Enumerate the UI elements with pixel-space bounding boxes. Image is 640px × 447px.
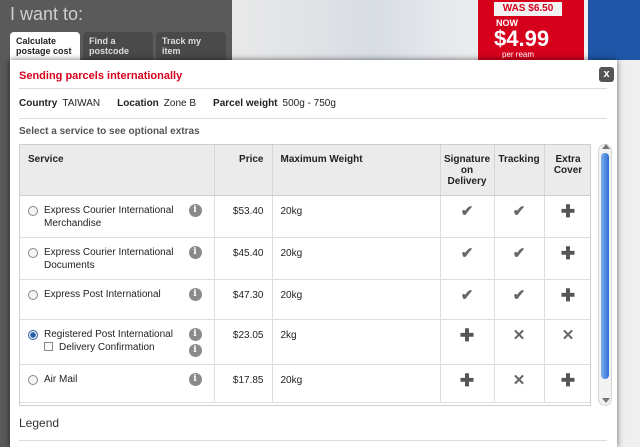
max-weight: 20kg [280,247,303,259]
check-icon: ✔ [512,244,526,262]
background-right-column [616,60,640,447]
price: $53.40 [232,205,264,217]
table-row[interactable]: Express Courier International Merchandis… [20,195,590,238]
divider [19,88,607,89]
service-radio[interactable] [28,247,38,258]
parcel-details: Country TAIWAN Location Zone B Parcel we… [19,98,348,109]
col-extra-cover: Extra Cover [544,145,590,196]
plus-icon: ✚ [560,243,576,263]
price: $17.85 [232,374,264,386]
info-icon[interactable]: i [188,343,202,357]
max-weight: 20kg [280,205,303,217]
services-table: Service Price Maximum Weight Signature o… [19,144,591,406]
service-radio[interactable] [28,374,38,385]
col-max-weight: Maximum Weight [272,145,441,196]
background-tabs: Calculate postage cost Find a postcode T… [10,32,226,60]
service-radio-selected[interactable] [28,329,38,340]
plus-icon: ✚ [560,370,576,390]
promo-banner: WAS $6.50 NOW $4.99 per ream [478,0,584,60]
service-name: Express Courier International Merchandis… [44,204,174,229]
info-icon[interactable]: i [188,372,202,386]
table-row[interactable]: Express Courier International Documents … [20,237,590,280]
divider [19,440,607,441]
scroll-down-icon[interactable] [602,398,610,403]
tab-calculate-postage-cost[interactable]: Calculate postage cost [10,32,80,60]
location-label: Location [117,98,159,109]
service-name: Air Mail [44,373,78,385]
tab-find-a-postcode[interactable]: Find a postcode [83,32,153,60]
service-hint: Select a service to see optional extras [19,126,200,137]
service-name: Express Post International [44,288,161,300]
scroll-thumb[interactable] [601,153,609,379]
cross-icon: ✕ [512,326,526,344]
service-name: Registered Post International [44,328,173,340]
price: $45.40 [232,247,264,259]
check-icon: ✔ [512,202,526,220]
close-button[interactable]: x [599,67,614,82]
check-icon: ✔ [460,202,474,220]
plus-icon: ✚ [459,370,475,390]
weight-value: 500g - 750g [282,98,336,109]
country-value: TAIWAN [62,98,101,109]
info-icon[interactable]: i [188,327,202,341]
location-value: Zone B [163,98,197,109]
max-weight: 20kg [280,289,303,301]
scroll-up-icon[interactable] [602,144,610,149]
check-icon: ✔ [460,244,474,262]
check-icon: ✔ [460,286,474,304]
service-radio[interactable] [28,205,38,216]
info-icon[interactable]: i [188,203,202,217]
table-header: Service Price Maximum Weight Signature o… [20,145,590,196]
background-product-image [588,0,640,60]
tab-track-my-item[interactable]: Track my item [156,32,226,60]
want-to-heading: I want to: [10,4,84,24]
delivery-confirmation-label: Delivery Confirmation [59,341,155,353]
max-weight: 2kg [280,329,297,341]
price: $47.30 [232,289,264,301]
plus-icon: ✚ [560,201,576,221]
plus-icon: ✚ [560,285,576,305]
service-radio[interactable] [28,289,38,300]
cross-icon: ✕ [512,371,526,389]
plus-icon: ✚ [459,325,475,345]
col-signature: Signature on Delivery [440,145,495,196]
table-row[interactable]: Air Mail i $17.85 20kg ✚ ✕ ✚ [20,364,590,403]
table-row[interactable]: Express Post International i $47.30 20kg… [20,279,590,320]
check-icon: ✔ [512,286,526,304]
col-service: Service [20,145,215,196]
legend-heading: Legend [19,416,60,430]
col-tracking: Tracking [494,145,545,196]
max-weight: 20kg [280,374,303,386]
promo-unit: per ream [502,50,535,59]
international-parcel-dialog: Sending parcels internationally x Countr… [10,60,617,447]
cross-icon: ✕ [561,326,575,344]
delivery-confirmation-checkbox[interactable] [44,341,53,351]
divider [19,118,607,119]
info-icon[interactable]: i [188,287,202,301]
weight-label: Parcel weight [213,98,278,109]
price: $23.05 [232,329,264,341]
service-name: Express Courier International Documents [44,246,174,271]
info-icon[interactable]: i [188,245,202,259]
table-scrollbar[interactable] [598,144,612,406]
promo-was-price: WAS $6.50 [494,2,562,16]
promo-price: $4.99 [494,26,550,51]
dialog-title: Sending parcels internationally [19,70,183,82]
country-label: Country [19,98,58,109]
table-row-selected[interactable]: Registered Post International i Delivery… [20,319,590,365]
col-price: Price [214,145,273,196]
